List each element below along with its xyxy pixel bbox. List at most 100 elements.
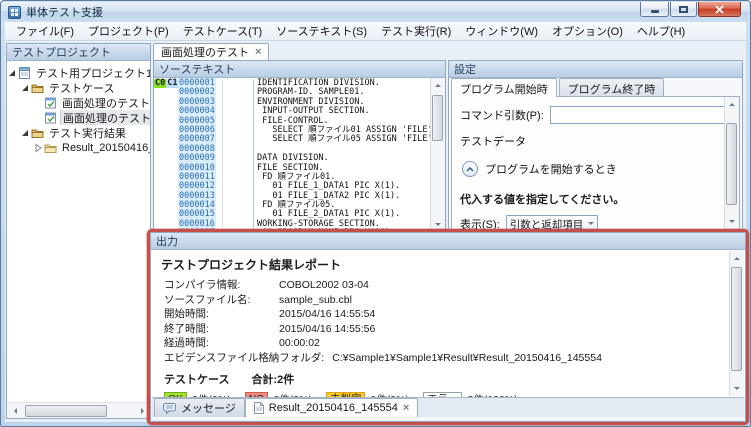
annotation-highlight: 出力 テストプロジェクト結果レポート コンパイラ情報: COBOL2002 03-… (147, 229, 749, 425)
tree-item-label: Result_20150416_145 (62, 141, 150, 154)
display-dropdown-value: 引数と返却項目 (509, 218, 584, 230)
tab-close-icon[interactable]: × (403, 403, 409, 414)
scroll-up-button[interactable] (725, 97, 740, 111)
field-value: 00:00:02 (279, 337, 320, 349)
project-tree: テスト用プロジェクト140825( テストケース 画面処理のテスト 画面処理のテ… (7, 61, 150, 402)
display-dropdown[interactable]: 引数と返却項目 (505, 215, 599, 230)
scrollbar-track[interactable] (431, 92, 445, 218)
expander-expanded-icon[interactable] (20, 128, 30, 138)
field-label: 終了時間: (164, 322, 209, 335)
expander-expanded-icon[interactable] (20, 83, 30, 93)
source-code-area[interactable]: C0 C1 0000001 IDENTIFICATION DIVISION. 00… (154, 78, 430, 232)
source-text-panel: ソーステキスト C0 C1 0000001 IDENTIFICATION DIVI… (153, 60, 446, 233)
assign-value-instruction: 代入する値を指定してください。 (460, 194, 625, 206)
output-header: 出力 (151, 233, 745, 250)
message-icon (163, 402, 176, 414)
data-column (222, 135, 254, 145)
output-panel: 出力 テストプロジェクト結果レポート コンパイラ情報: COBOL2002 03-… (150, 232, 746, 422)
scroll-up-button[interactable] (730, 251, 745, 265)
command-args-input[interactable] (549, 106, 731, 124)
scrollbar-track[interactable] (725, 111, 739, 215)
tree-item-label: 画面処理のテスト_追加分 (60, 110, 150, 125)
data-column (222, 219, 254, 230)
close-button[interactable] (698, 2, 741, 17)
tree-item-screen-test-added[interactable]: 画面処理のテスト_追加分 (7, 110, 150, 125)
field-value: COBOL2002 03-04 (279, 279, 369, 291)
program-start-section-label: プログラムを開始するとき (485, 164, 617, 176)
menu-sourcetext[interactable]: ソーステキスト(S) (269, 21, 374, 41)
menu-bar: ファイル(F) プロジェクト(P) テストケース(T) ソーステキスト(S) テ… (5, 22, 746, 41)
scroll-up-button[interactable] (431, 78, 446, 92)
result-report: テストプロジェクト結果レポート コンパイラ情報: COBOL2002 03-04 … (151, 250, 745, 397)
scroll-left-button[interactable] (7, 404, 22, 418)
menu-options[interactable]: オプション(O) (545, 21, 630, 41)
scrollbar-thumb[interactable] (726, 123, 737, 205)
menu-help[interactable]: ヘルプ(H) (630, 21, 692, 41)
report-title: テストプロジェクト結果レポート (161, 258, 342, 272)
scrollbar-thumb[interactable] (432, 95, 443, 141)
menu-testcase[interactable]: テストケース(T) (176, 21, 270, 41)
tab-program-start[interactable]: プログラム開始時 (451, 78, 557, 97)
field-value: sample_sub.cbl (279, 293, 352, 306)
data-column (222, 172, 254, 183)
app-icon (8, 5, 21, 19)
minimize-icon (650, 10, 659, 13)
chevron-down-icon (588, 222, 595, 228)
output-vertical-scrollbar[interactable] (729, 251, 744, 396)
tab-label: メッセージ (181, 403, 236, 415)
tree-item-label: テスト実行結果 (49, 127, 126, 140)
tab-close-icon[interactable]: × (255, 47, 261, 58)
document-icon (253, 402, 264, 414)
field-value: C:¥Sample1¥Sample1¥Result¥Result_2015041… (332, 351, 602, 364)
menu-file[interactable]: ファイル(F) (9, 21, 81, 41)
tree-item-testcases[interactable]: テストケース (7, 80, 150, 95)
maximize-button[interactable] (670, 2, 697, 17)
field-label: ソースファイル名: (164, 293, 251, 306)
minimize-button[interactable] (640, 2, 669, 17)
settings-tab-bar: プログラム開始時 プログラム終了時 (449, 78, 742, 97)
menu-project[interactable]: プロジェクト(P) (81, 21, 176, 41)
tree-item-test-results[interactable]: テスト実行結果 (7, 125, 150, 140)
scroll-down-button[interactable] (730, 382, 745, 396)
scrollbar-thumb[interactable] (731, 267, 742, 371)
tab-result-file[interactable]: Result_20150416_145554 × (244, 398, 419, 417)
data-column (222, 163, 254, 173)
scrollbar-thumb[interactable] (25, 404, 107, 417)
close-icon (715, 4, 724, 14)
command-args-label: コマンド引数(P): (460, 110, 544, 122)
data-column (222, 116, 254, 126)
tree-item-label: テストケース (49, 82, 115, 95)
folder-icon (31, 129, 44, 138)
summary-total: 合計:2件 (251, 374, 295, 386)
settings-content: コマンド引数(P): テストデータ プログラムを開始するとき 代入する値を指定し… (451, 96, 740, 230)
arrow-left-icon (11, 407, 17, 414)
expander-collapsed-icon[interactable] (33, 143, 43, 153)
scrollbar-track[interactable] (730, 265, 744, 382)
source-vertical-scrollbar[interactable] (430, 78, 445, 232)
settings-header: 設定 (449, 61, 742, 78)
collapse-section-button[interactable] (462, 161, 478, 177)
scroll-down-button[interactable] (725, 215, 740, 229)
field-value: 2015/04/16 14:55:56 (279, 322, 376, 335)
arrow-down-icon (734, 387, 740, 393)
result-folder-icon (44, 144, 57, 153)
tree-item-screen-test[interactable]: 画面処理のテスト (7, 95, 150, 110)
code-text: SELECT 順ファイル05 ASSIGN 'FILE'. (257, 134, 430, 145)
data-column (222, 125, 254, 136)
menu-window[interactable]: ウィンドウ(W) (458, 21, 545, 41)
menu-testrun[interactable]: テスト実行(R) (374, 21, 458, 41)
tree-item-project[interactable]: テスト用プロジェクト140825( (7, 65, 150, 80)
data-column (222, 154, 254, 164)
settings-vertical-scrollbar[interactable] (724, 97, 739, 229)
app-window: 単体テスト支援 ファイル(F) プロジェクト(P) テストケース(T) ソーステ… (0, 0, 751, 427)
tab-program-end[interactable]: プログラム終了時 (558, 78, 665, 96)
tab-messages[interactable]: メッセージ (154, 398, 245, 417)
tree-horizontal-scrollbar[interactable] (7, 402, 150, 418)
arrow-up-icon (734, 254, 740, 260)
expander-expanded-icon[interactable] (7, 68, 17, 78)
summary-label: テストケース (164, 374, 230, 386)
field-label: 経過時間: (164, 337, 209, 349)
data-column (222, 107, 254, 117)
tab-screen-test[interactable]: 画面処理のテスト × (153, 43, 270, 60)
tree-item-result-folder[interactable]: Result_20150416_145 (7, 140, 150, 155)
